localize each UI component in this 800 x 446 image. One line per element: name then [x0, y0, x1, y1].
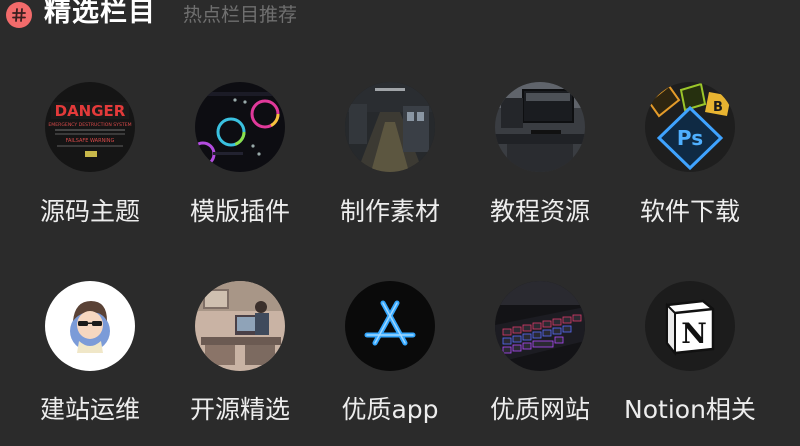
column-label: 建站运维: [39, 395, 140, 424]
column-label: 优质网站: [489, 395, 590, 424]
danger-word: DANGER: [55, 102, 126, 120]
notion-letter: N: [681, 317, 707, 350]
column-label: 开源精选: [189, 395, 290, 424]
cozy-room-illustration-thumbnail: [195, 281, 285, 371]
notion-logo-icon: N: [645, 281, 735, 371]
subway-platform-thumbnail: [345, 82, 435, 172]
column-tile-open-source-picks[interactable]: 开源精选: [165, 277, 315, 437]
adobe-apps-thumbnail: B Ps: [645, 82, 735, 172]
column-label: 软件下载: [639, 197, 740, 226]
column-grid: DANGER EMERGENCY DESTRUCTION SYSTEM FAIL…: [0, 0, 800, 446]
color-wheel-panel-thumbnail: [195, 82, 285, 172]
column-tile-notion-related[interactable]: N Notion相关: [615, 277, 765, 437]
column-label: 教程资源: [489, 197, 590, 226]
monitor-desk-thumbnail: [495, 82, 585, 172]
column-label: 优质app: [341, 395, 439, 424]
danger-line: EMERGENCY DESTRUCTION SYSTEM: [48, 122, 131, 128]
bridge-letter: B: [713, 100, 723, 115]
column-tile-templates-plugins[interactable]: 模版插件: [165, 78, 315, 238]
failsafe-line: FAILSAFE WARNING: [66, 138, 115, 144]
app-store-neon-icon: [345, 281, 435, 371]
column-label: 模版插件: [189, 197, 290, 226]
column-tile-quality-websites[interactable]: 优质网站: [465, 277, 615, 437]
featured-columns-panel: 精选栏目 热点栏目推荐 DANGER EMERGENCY DESTRUCTION…: [0, 0, 800, 446]
column-tile-tutorials[interactable]: 教程资源: [465, 78, 615, 238]
column-label: 源码主题: [39, 197, 140, 226]
column-label: 制作素材: [339, 197, 440, 226]
column-tile-site-ops[interactable]: 建站运维: [15, 277, 165, 437]
ps-letters: Ps: [677, 126, 703, 150]
column-label: Notion相关: [624, 395, 756, 424]
column-tile-materials[interactable]: 制作素材: [315, 78, 465, 238]
danger-sign-thumbnail: DANGER EMERGENCY DESTRUCTION SYSTEM FAIL…: [45, 82, 135, 172]
rgb-keyboard-thumbnail: [495, 281, 585, 371]
column-tile-software-downloads[interactable]: B Ps 软件下载: [615, 78, 765, 238]
avatar-sunglasses-thumbnail: [45, 281, 135, 371]
column-tile-quality-apps[interactable]: 优质app: [315, 277, 465, 437]
column-tile-source-themes[interactable]: DANGER EMERGENCY DESTRUCTION SYSTEM FAIL…: [15, 78, 165, 238]
